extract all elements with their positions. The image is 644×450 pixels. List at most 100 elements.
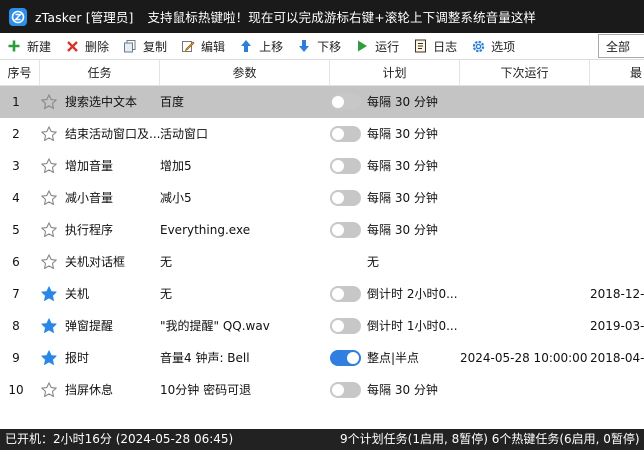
enable-toggle[interactable]	[330, 342, 362, 374]
task-row[interactable]: 5 执行程序 Everything.exe 每隔 30 分钟	[0, 214, 644, 246]
new-button[interactable]: 新建	[0, 34, 51, 58]
task-next-run	[460, 310, 588, 342]
star-outline-icon[interactable]	[40, 214, 60, 246]
toggle-knob	[332, 160, 344, 172]
enable-toggle[interactable]	[330, 214, 362, 246]
toggle-knob	[332, 288, 344, 300]
delete-button[interactable]: 删除	[58, 34, 109, 58]
column-header-next-run[interactable]: 下次运行	[460, 60, 590, 86]
star-filled-icon[interactable]	[40, 278, 60, 310]
column-header-index[interactable]: 序号	[0, 60, 40, 86]
title-notice: 支持鼠标热键啦！现在可以完成游标右键+滚轮上下调整系统音量这样	[147, 10, 537, 25]
column-header-param[interactable]: 参数	[160, 60, 330, 86]
enable-toggle[interactable]	[330, 118, 362, 150]
task-row[interactable]: 2 结束活动窗口及... 活动窗口 每隔 30 分钟	[0, 118, 644, 150]
toggle-switch[interactable]	[330, 318, 361, 334]
toolbar: 新建 删除 复制 编辑 上移 下移 运行 日志 选项 全部	[0, 33, 644, 60]
task-row[interactable]: 1 搜索选中文本 百度 每隔 30 分钟	[0, 86, 644, 118]
task-row[interactable]: 4 减小音量 减小5 每隔 30 分钟	[0, 182, 644, 214]
enable-toggle[interactable]	[330, 310, 362, 342]
window-title: zTasker [管理员]	[35, 10, 134, 25]
task-next-run	[460, 118, 588, 150]
title-bar: zTasker [管理员] 支持鼠标热键啦！现在可以完成游标右键+滚轮上下调整系…	[0, 0, 644, 33]
filter-dropdown[interactable]: 全部	[598, 34, 644, 58]
task-last-run: 2018-04-	[590, 351, 644, 365]
gear-icon	[470, 38, 486, 54]
task-plan: 无	[367, 255, 380, 269]
task-param: Everything.exe	[160, 223, 251, 237]
log-button[interactable]: 日志	[406, 34, 457, 58]
task-summary-text: 9个计划任务(1启用, 8暂停) 6个热键任务(6启用, 0暂停)	[340, 432, 640, 446]
task-last-run: 2019-03-	[590, 319, 644, 333]
column-header-task[interactable]: 任务	[40, 60, 160, 86]
table-header: 序号 任务 参数 计划 下次运行 最	[0, 60, 644, 86]
task-row[interactable]: 9 报时 音量4 钟声: Bell 整点|半点 2024-05-28 10:00:00 2…	[0, 342, 644, 374]
plus-icon	[6, 38, 22, 54]
toggle-knob	[332, 384, 344, 396]
task-row[interactable]: 6 关机对话框 无 无	[0, 246, 644, 278]
task-row[interactable]: 10 挡屏休息 10分钟 密码可退 每隔 30 分钟	[0, 374, 644, 406]
play-icon	[354, 38, 370, 54]
toggle-knob	[332, 128, 344, 140]
star-outline-icon[interactable]	[40, 150, 60, 182]
status-bar: 已开机：2小时16分 (2024-05-28 06:45) 9个计划任务(1启用…	[0, 429, 644, 450]
log-label: 日志	[433, 39, 458, 54]
task-row[interactable]: 7 关机 无 倒计时 2小时0... 2018-12-	[0, 278, 644, 310]
enable-toggle[interactable]	[330, 86, 362, 118]
toggle-switch[interactable]	[330, 94, 361, 110]
task-row[interactable]: 3 增加音量 增加5 每隔 30 分钟	[0, 150, 644, 182]
move-down-label: 下移	[317, 39, 342, 54]
star-filled-icon[interactable]	[40, 310, 60, 342]
enable-toggle[interactable]	[330, 182, 362, 214]
copy-button[interactable]: 复制	[116, 34, 167, 58]
toggle-switch[interactable]	[330, 382, 361, 398]
column-header-plan[interactable]: 计划	[330, 60, 460, 86]
column-header-last[interactable]: 最	[590, 60, 644, 86]
toggle-knob	[332, 320, 344, 332]
star-outline-icon[interactable]	[40, 118, 60, 150]
task-last-run	[590, 86, 644, 118]
edit-button[interactable]: 编辑	[174, 34, 225, 58]
toggle-switch[interactable]	[330, 190, 361, 206]
task-param: "我的提醒" QQ.wav	[160, 319, 270, 333]
task-next-run	[460, 374, 588, 406]
task-name: 执行程序	[65, 223, 114, 237]
toggle-switch[interactable]	[330, 286, 361, 302]
toggle-switch[interactable]	[330, 222, 361, 238]
toggle-switch[interactable]	[330, 350, 361, 366]
task-next-run	[460, 86, 588, 118]
task-last-run	[590, 118, 644, 150]
delete-x-icon	[64, 38, 80, 54]
arrow-up-icon	[238, 38, 254, 54]
toggle-switch[interactable]	[330, 158, 361, 174]
task-param: 增加5	[160, 159, 192, 173]
log-notebook-icon	[412, 38, 428, 54]
enable-toggle[interactable]	[330, 278, 362, 310]
edit-label: 编辑	[201, 39, 226, 54]
task-param: 活动窗口	[160, 127, 209, 141]
star-outline-icon[interactable]	[40, 374, 60, 406]
task-name: 挡屏休息	[65, 383, 114, 397]
star-outline-icon[interactable]	[40, 182, 60, 214]
star-filled-icon[interactable]	[40, 342, 60, 374]
row-index: 4	[12, 191, 20, 205]
task-plan: 每隔 30 分钟	[367, 191, 438, 205]
move-down-button[interactable]: 下移	[290, 34, 341, 58]
toggle-switch[interactable]	[330, 126, 361, 142]
row-index: 7	[12, 287, 20, 301]
options-button[interactable]: 选项	[464, 34, 515, 58]
run-button[interactable]: 运行	[348, 34, 399, 58]
enable-toggle[interactable]	[330, 150, 362, 182]
task-row[interactable]: 8 弹窗提醒 "我的提醒" QQ.wav 倒计时 1小时0... 2019-03-	[0, 310, 644, 342]
task-plan: 每隔 30 分钟	[367, 95, 438, 109]
task-plan: 倒计时 2小时0...	[367, 287, 458, 301]
task-last-run	[590, 182, 644, 214]
star-outline-icon[interactable]	[40, 246, 60, 278]
move-up-button[interactable]: 上移	[232, 34, 283, 58]
task-param: 无	[160, 287, 173, 301]
enable-toggle[interactable]	[330, 374, 362, 406]
star-outline-icon[interactable]	[40, 86, 60, 118]
copy-icon	[122, 38, 138, 54]
task-next-run	[460, 150, 588, 182]
task-name: 结束活动窗口及...	[65, 127, 160, 141]
